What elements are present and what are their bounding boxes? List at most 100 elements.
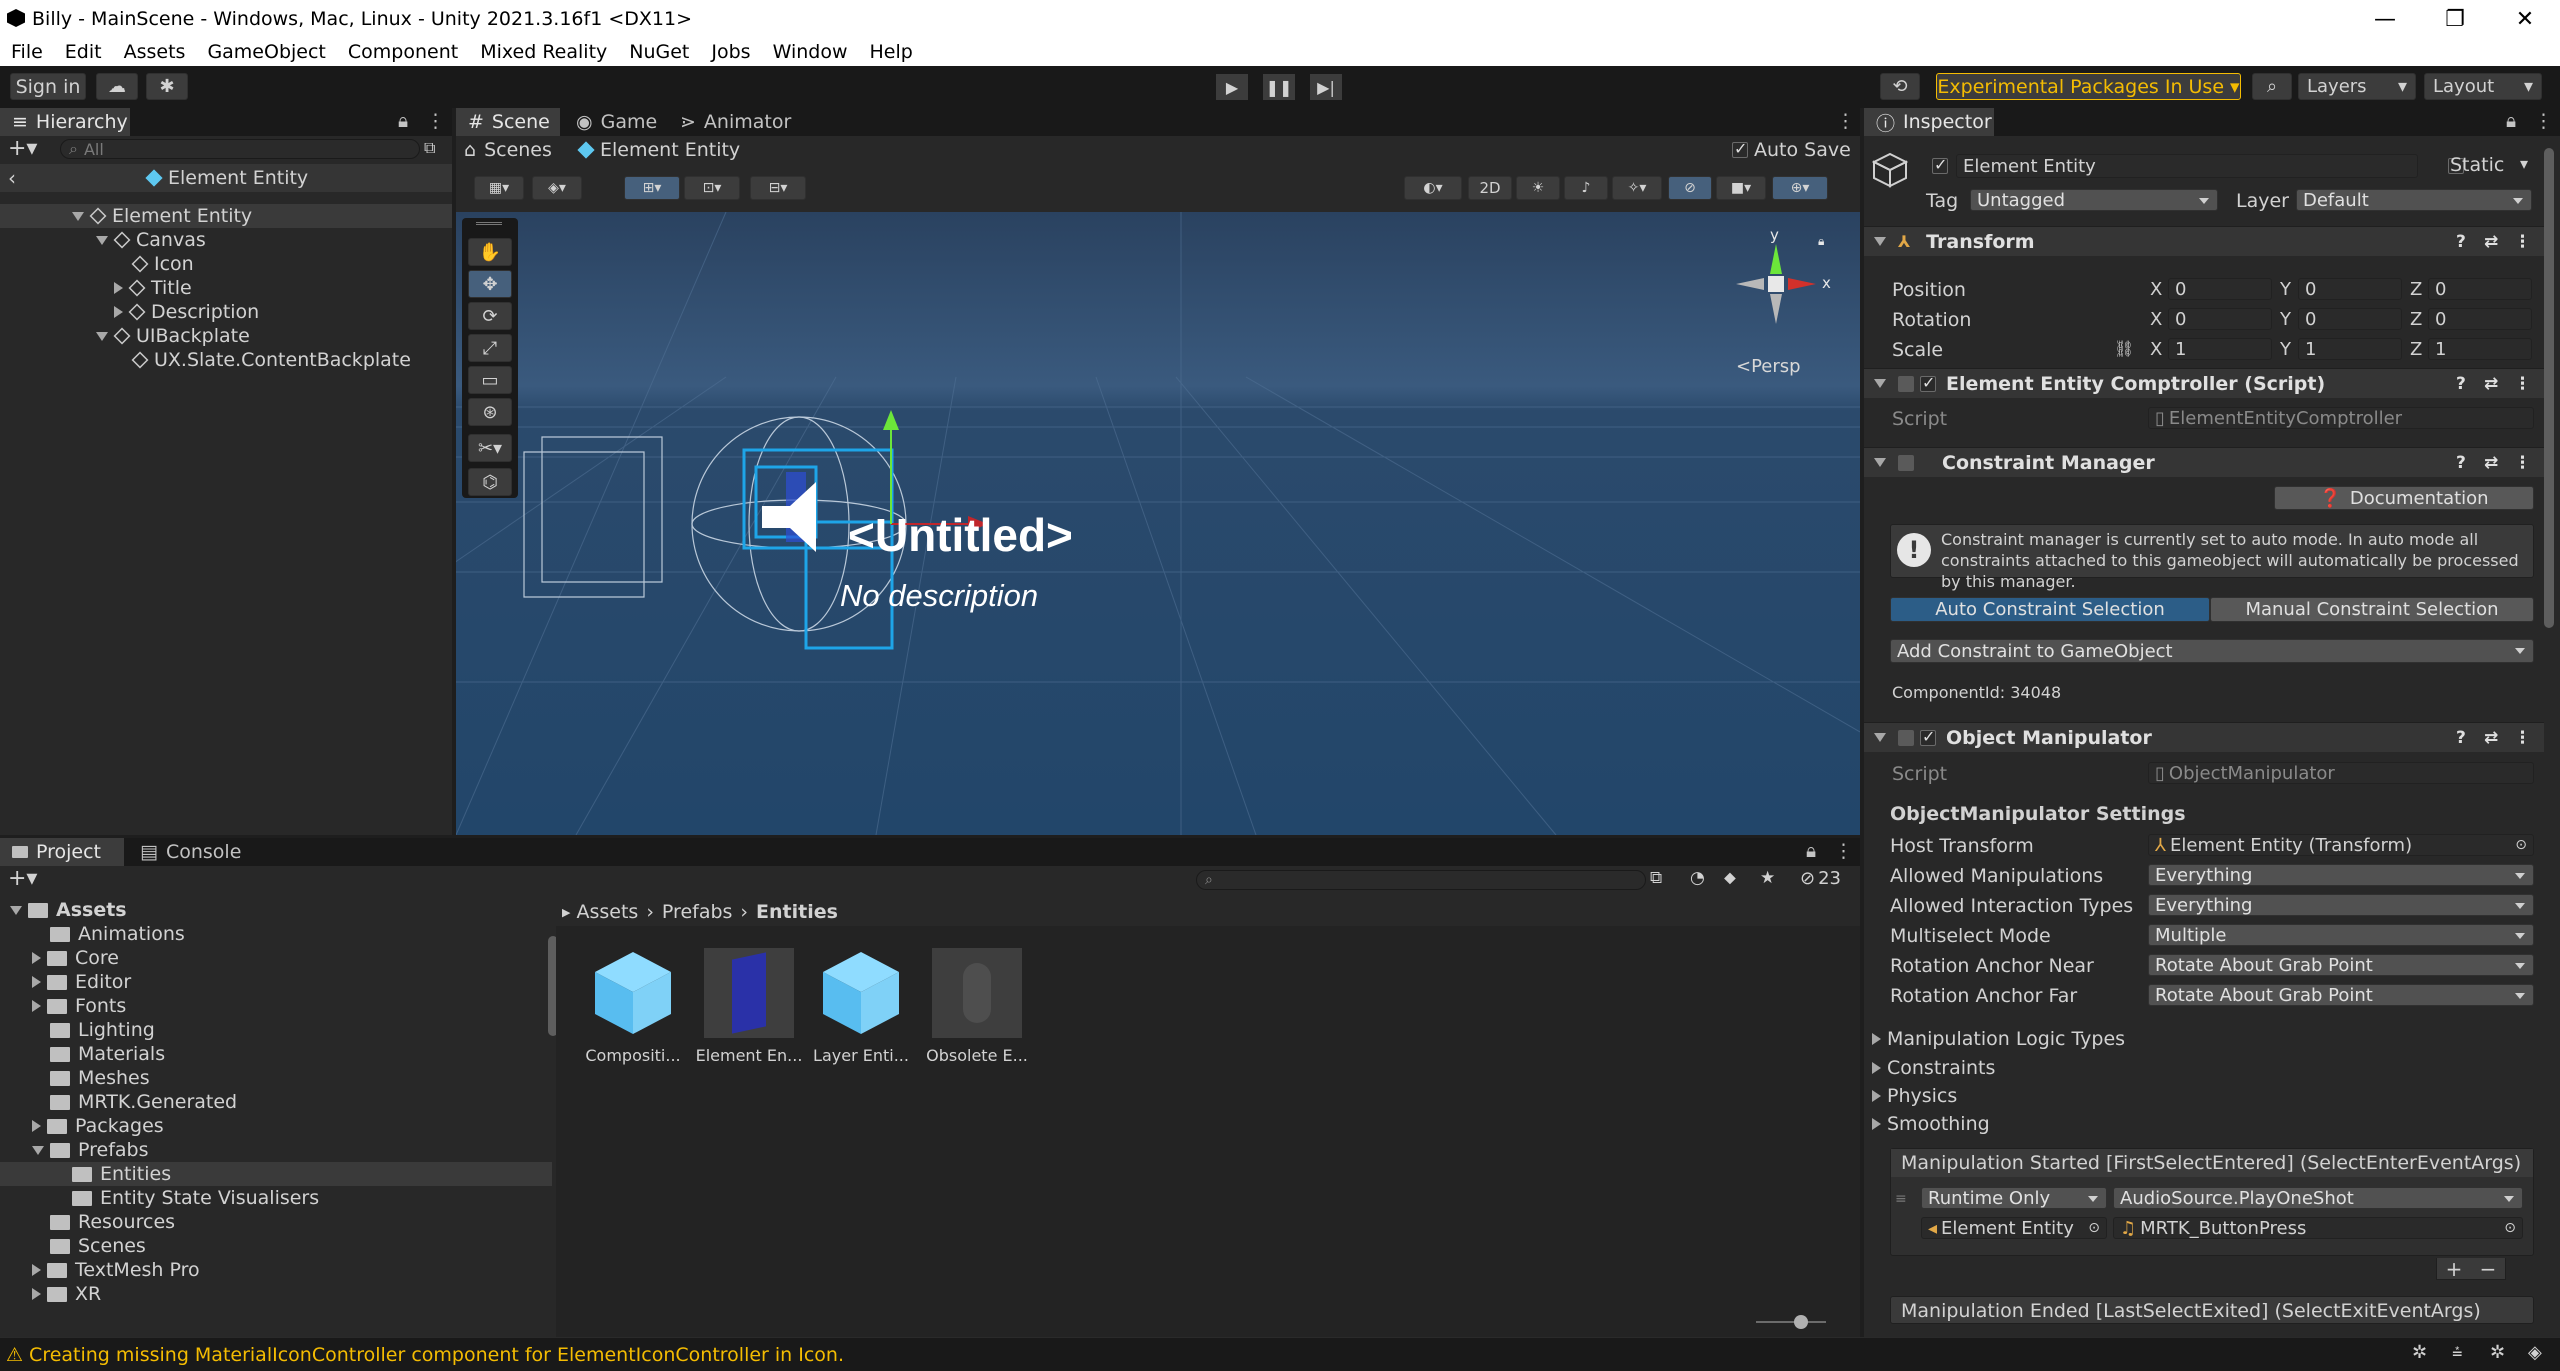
expand-arrow-icon[interactable] xyxy=(32,952,41,964)
project-tree-item[interactable]: TextMesh Pro xyxy=(0,1258,552,1282)
breadcrumb-element-entity[interactable]: Element Entity xyxy=(577,138,740,162)
more-icon[interactable]: ⋮ xyxy=(2514,728,2531,748)
tab-animator[interactable]: ⋗ Animator xyxy=(668,108,798,136)
foldout-item[interactable]: Physics xyxy=(1872,1084,1957,1108)
object-manipulator-header[interactable]: Object Manipulator ? ⇄ ⋮ xyxy=(1864,722,2544,752)
project-search-input[interactable]: ⌕ xyxy=(1196,870,1646,890)
project-tree-item[interactable]: XR xyxy=(0,1282,552,1306)
layer-dropdown[interactable]: Default xyxy=(2296,189,2532,211)
help-icon[interactable]: ? xyxy=(2456,453,2466,473)
menu-window[interactable]: Window xyxy=(762,41,859,63)
asset-item[interactable]: Layer Enti... xyxy=(806,948,916,1065)
drag-handle-icon[interactable]: ≡ xyxy=(1895,1191,1907,1207)
foldout-arrow-icon[interactable] xyxy=(1872,1118,1881,1130)
projection-label[interactable]: <Persp xyxy=(1736,356,1801,377)
expand-arrow-icon[interactable] xyxy=(32,1264,41,1276)
object-picker-icon[interactable]: ⊙ xyxy=(2515,837,2527,853)
cloud-icon[interactable]: ☁ xyxy=(96,73,138,100)
tab-hierarchy[interactable]: ≡ Hierarchy xyxy=(0,108,130,136)
foldout-arrow-icon[interactable] xyxy=(1874,237,1886,246)
manipulator-dropdown[interactable]: Rotate About Grab Point xyxy=(2148,954,2534,976)
add-icon[interactable]: +▾ xyxy=(8,866,37,891)
manipulator-dropdown[interactable]: Everything xyxy=(2148,864,2534,886)
menu-edit[interactable]: Edit xyxy=(54,41,113,63)
preset-icon[interactable]: ⇄ xyxy=(2484,728,2498,748)
layout-dropdown[interactable]: Layout ▾ xyxy=(2424,73,2542,100)
transform-x-field[interactable]: 0 xyxy=(2168,278,2272,300)
add-listener-icon[interactable]: + xyxy=(2446,1257,2463,1281)
debug-icon[interactable]: ✲ xyxy=(2412,1342,2427,1363)
progress-icon[interactable]: ⩮ xyxy=(2452,1342,2463,1363)
hierarchy-item[interactable]: Description xyxy=(0,300,452,324)
hierarchy-item[interactable]: Title xyxy=(0,276,452,300)
rotate-tool-icon[interactable]: ⟳ xyxy=(468,302,512,330)
hidden-objects-icon[interactable]: ⊘ xyxy=(1668,176,1712,200)
custom-tool-icon[interactable]: ✂▾ xyxy=(468,434,512,462)
object-name-field[interactable]: Element Entity xyxy=(1956,154,2418,178)
constraint-manager-header[interactable]: Constraint Manager ? ⇄ ⋮ xyxy=(1864,447,2544,477)
palette-grip-icon[interactable] xyxy=(476,222,502,225)
filter-icon[interactable]: ◔ xyxy=(1690,868,1705,888)
hierarchy-item[interactable]: Icon xyxy=(0,252,452,276)
menu-mixed-reality[interactable]: Mixed Reality xyxy=(469,41,618,63)
project-tree-item[interactable]: Meshes xyxy=(0,1066,552,1090)
project-tree-item[interactable]: Entities xyxy=(0,1162,552,1186)
expand-arrow-icon[interactable] xyxy=(32,1120,41,1132)
asset-item[interactable]: Element En... xyxy=(694,948,804,1065)
maximize-button[interactable]: ❐ xyxy=(2420,0,2490,38)
expand-arrow-icon[interactable] xyxy=(32,1145,44,1155)
foldout-arrow-icon[interactable] xyxy=(1874,733,1886,742)
auto-constraint-selection-button[interactable]: Auto Constraint Selection xyxy=(1890,597,2210,622)
back-arrow-icon[interactable]: ‹ xyxy=(8,166,16,190)
component-enabled-checkbox[interactable] xyxy=(1920,727,1936,746)
lock-icon[interactable]: 🔒︎ xyxy=(2506,110,2516,132)
runtime-dropdown[interactable]: Runtime Only xyxy=(1921,1187,2107,1209)
project-tree-item[interactable]: Core xyxy=(0,946,552,970)
project-tree-item[interactable]: Editor xyxy=(0,970,552,994)
breadcrumb-prefabs[interactable]: Prefabs xyxy=(662,901,733,923)
experimental-packages-dropdown[interactable]: Experimental Packages In Use ▾ xyxy=(1936,73,2241,100)
expand-arrow-icon[interactable] xyxy=(10,905,22,915)
transform-y-field[interactable]: 0 xyxy=(2298,278,2402,300)
foldout-item[interactable]: Smoothing xyxy=(1872,1112,1990,1136)
tab-scene[interactable]: # Scene xyxy=(456,108,560,136)
more-icon[interactable]: ⋮ xyxy=(2514,453,2531,473)
foldout-item[interactable]: Constraints xyxy=(1872,1056,1995,1080)
menu-jobs[interactable]: Jobs xyxy=(700,41,761,63)
preset-icon[interactable]: ⇄ xyxy=(2484,374,2498,394)
transform-z-field[interactable]: 1 xyxy=(2428,338,2532,360)
method-dropdown[interactable]: AudioSource.PlayOneShot xyxy=(2113,1187,2523,1209)
host-transform-field[interactable]: ⅄ Element Entity (Transform) ⊙ xyxy=(2148,834,2534,856)
move-tool-icon[interactable]: ✥ xyxy=(468,270,512,298)
transform-tool-icon[interactable]: ⊛ xyxy=(468,398,512,426)
asset-item[interactable]: Compositi... xyxy=(578,948,688,1065)
event-target-field[interactable]: ◂ Element Entity ⊙ xyxy=(1921,1217,2107,1239)
hierarchy-item[interactable]: UIBackplate xyxy=(0,324,452,348)
effects-dropdown[interactable]: ✧▾ xyxy=(1612,176,1662,200)
favorite-icon[interactable]: ★ xyxy=(1760,868,1775,888)
label-icon[interactable]: ⬥ xyxy=(1724,868,1736,888)
menu-help[interactable]: Help xyxy=(859,41,924,63)
manipulator-dropdown[interactable]: Everything xyxy=(2148,894,2534,916)
more-icon[interactable]: ⋮ xyxy=(1836,110,1855,132)
add-constraint-dropdown[interactable]: Add Constraint to GameObject xyxy=(1890,639,2534,663)
lock-icon[interactable]: 🔒︎ xyxy=(398,110,408,132)
collab-icon[interactable]: ✱ xyxy=(146,73,188,100)
tag-dropdown[interactable]: Untagged xyxy=(1970,189,2218,211)
tab-inspector[interactable]: ⓘ Inspector xyxy=(1864,108,1994,136)
audio-clip-field[interactable]: ♫ MRTK_ButtonPress ⊙ xyxy=(2113,1217,2523,1239)
gizmo-lock-icon[interactable]: 🔒︎ xyxy=(1818,234,1824,249)
audio-toggle-icon[interactable]: ♪ xyxy=(1564,176,1608,200)
lock-icon[interactable]: 🔒︎ xyxy=(1806,840,1816,862)
auto-save-checkbox[interactable] xyxy=(1732,139,1748,158)
breadcrumb-scenes[interactable]: ⌂ Scenes xyxy=(464,138,552,162)
auto-generate-lighting-icon[interactable]: ◈ xyxy=(2528,1342,2542,1363)
expand-arrow-icon[interactable] xyxy=(96,331,108,341)
menu-file[interactable]: File xyxy=(0,41,54,63)
grid-snap-dropdown[interactable]: ⊞▾ xyxy=(624,176,680,200)
manipulator-dropdown[interactable]: Multiple xyxy=(2148,924,2534,946)
search-icon[interactable]: ⌕ xyxy=(2252,73,2292,100)
rect-tool-icon[interactable]: ▭ xyxy=(468,366,512,394)
collab-status-icon[interactable]: ✲ xyxy=(2490,1342,2505,1363)
project-tree-item[interactable]: Lighting xyxy=(0,1018,552,1042)
